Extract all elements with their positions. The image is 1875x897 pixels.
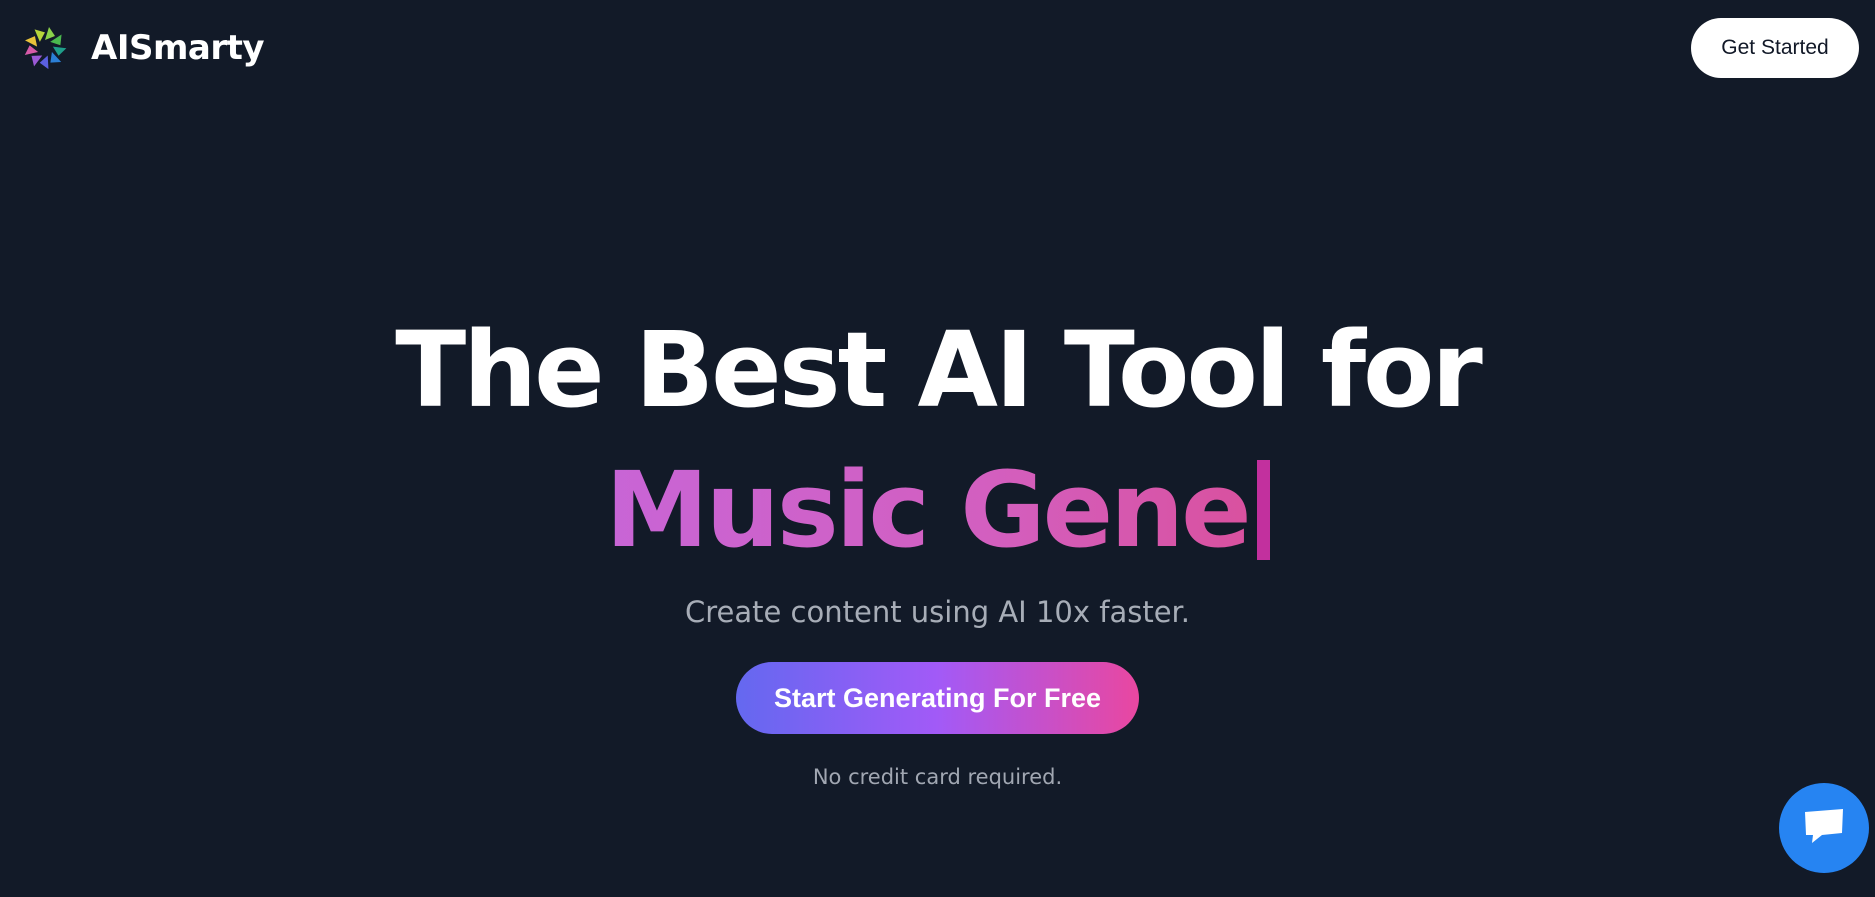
swirl-logo-icon: [22, 25, 68, 71]
chat-bubble-icon: [1802, 806, 1846, 851]
hero-subtitle: Create content using AI 10x faster.: [684, 595, 1191, 629]
brand-name: AISmarty: [91, 28, 265, 68]
brand-logo[interactable]: AISmarty: [22, 25, 265, 71]
typed-headline: Music Gene: [605, 440, 1270, 580]
typing-cursor: [1256, 460, 1270, 560]
no-credit-card-note: No credit card required.: [812, 765, 1063, 789]
hero-section: The Best AI Tool for Music Gene Create c…: [0, 300, 1875, 790]
chat-widget-button[interactable]: [1779, 783, 1869, 873]
start-generating-button[interactable]: Start Generating For Free: [736, 662, 1139, 734]
get-started-button[interactable]: Get Started: [1691, 18, 1859, 78]
page: AISmarty Get Started The Best AI Tool fo…: [0, 0, 1875, 897]
typed-text: Music Gene: [605, 440, 1251, 580]
header: AISmarty Get Started: [0, 0, 1875, 96]
hero-headline: The Best AI Tool for: [395, 309, 1483, 431]
